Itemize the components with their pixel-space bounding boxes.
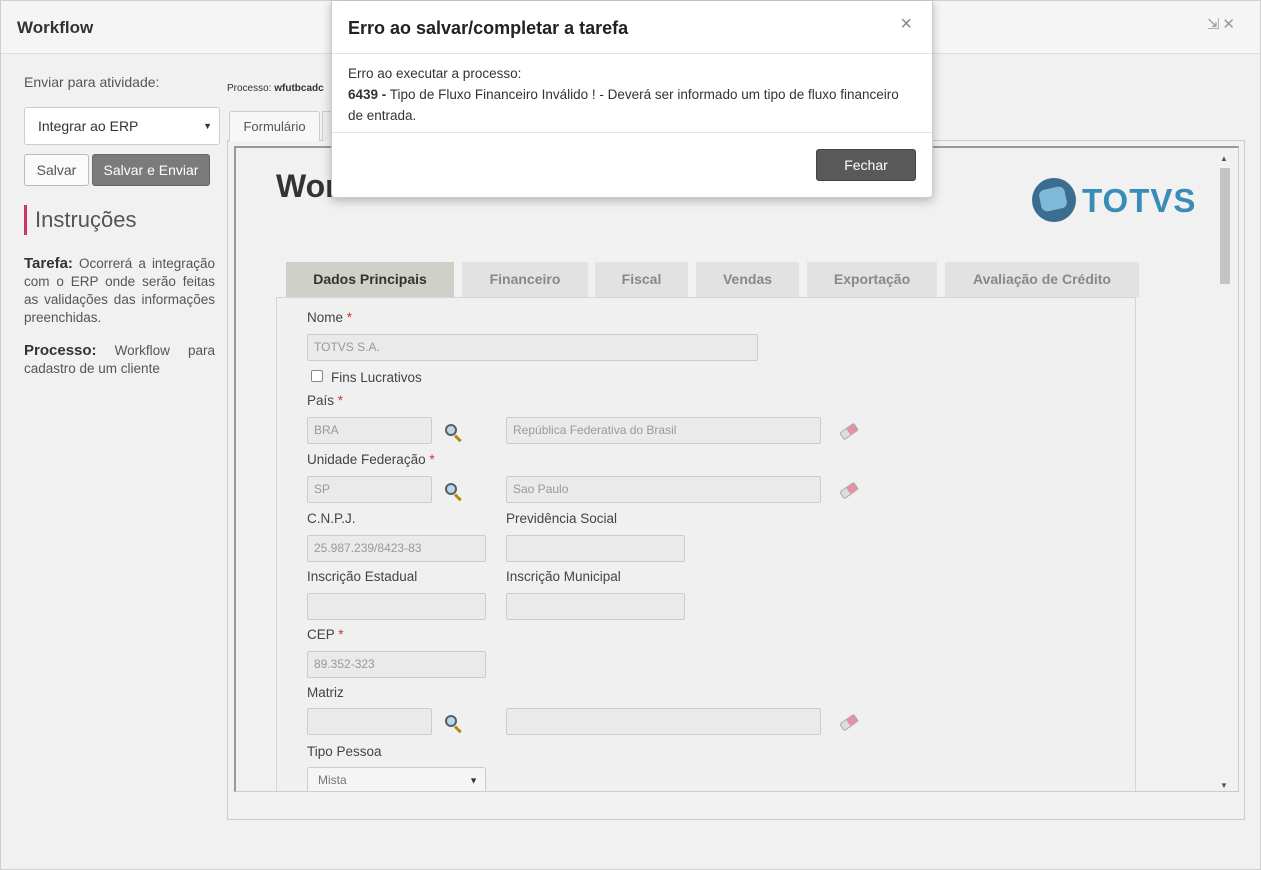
pais-search-icon[interactable] <box>445 424 463 443</box>
close-button[interactable]: Fechar <box>816 149 916 181</box>
fins-lucrativos-label: Fins Lucrativos <box>331 370 422 385</box>
tab-dados-principais[interactable]: Dados Principais <box>286 262 454 297</box>
workflow-window: Workflow ⇲✕ Enviar para atividade: Integ… <box>0 0 1261 870</box>
nome-label: Nome * <box>307 310 353 325</box>
uf-search-icon[interactable] <box>445 483 463 502</box>
close-icon[interactable]: ✕ <box>1222 16 1238 33</box>
tab-fiscal[interactable]: Fiscal <box>595 262 688 297</box>
scroll-up-icon[interactable]: ▲ <box>1220 154 1228 163</box>
inscricao-municipal-label: Inscrição Municipal <box>506 569 621 584</box>
process-paragraph: Processo: Workflow para cadastro de um c… <box>24 342 215 378</box>
form-scrollbar[interactable]: ▲ ▼ <box>1218 154 1232 790</box>
totvs-logo: TOTVS <box>1032 178 1195 224</box>
form-panel: Nome * TOTVS S.A. Fins Lucrativos País *… <box>276 297 1136 791</box>
close-icon[interactable]: × <box>900 13 912 36</box>
fins-lucrativos-checkbox[interactable] <box>311 370 323 382</box>
matriz-clear-eraser-icon[interactable] <box>839 713 859 732</box>
modal-line1: Erro ao executar a processo: <box>348 66 522 81</box>
modal-body: Erro ao executar a processo: 6439 - Tipo… <box>348 63 908 126</box>
modal-message: 6439 - Tipo de Fluxo Financeiro Inválido… <box>348 84 908 126</box>
task-paragraph: Tarefa: Ocorrerá a integração com o ERP … <box>24 255 215 327</box>
pais-label: País * <box>307 393 344 408</box>
cnpj-input[interactable]: 25.987.239/8423-83 <box>307 535 486 562</box>
error-code: 6439 - <box>348 87 387 102</box>
logo-globe-icon <box>1032 178 1076 222</box>
tab-vendas[interactable]: Vendas <box>696 262 799 297</box>
inscricao-estadual-input[interactable] <box>307 593 486 620</box>
tab-avaliacao-credito[interactable]: Avaliação de Crédito <box>945 262 1139 297</box>
previdencia-label: Previdência Social <box>506 511 618 526</box>
modal-divider <box>332 53 932 54</box>
modal-divider <box>332 132 932 133</box>
scroll-down-icon[interactable]: ▼ <box>1220 781 1228 790</box>
uf-name-input[interactable]: Sao Paulo <box>506 476 821 503</box>
cep-input[interactable]: 89.352-323 <box>307 651 486 678</box>
tipo-pessoa-select[interactable]: Mista ▼ <box>307 767 486 791</box>
matriz-name-input[interactable] <box>506 708 821 735</box>
cnpj-label: C.N.P.J. <box>307 511 356 526</box>
cep-label: CEP * <box>307 627 344 642</box>
uf-label: Unidade Federação * <box>307 452 435 467</box>
modal-title: Erro ao salvar/completar a tarefa <box>348 18 629 38</box>
process-line-value: wfutbcadc <box>274 83 324 94</box>
nome-input[interactable]: TOTVS S.A. <box>307 334 758 361</box>
tipo-pessoa-label: Tipo Pessoa <box>307 744 382 759</box>
matriz-search-icon[interactable] <box>445 715 463 734</box>
uf-clear-eraser-icon[interactable] <box>839 481 859 500</box>
matriz-code-input[interactable] <box>307 708 432 735</box>
send-to-activity-label: Enviar para atividade: <box>24 74 160 90</box>
window-title: Workflow <box>17 18 94 37</box>
scrollbar-thumb[interactable] <box>1220 168 1230 284</box>
window-tools: ⇲✕ <box>1207 15 1238 33</box>
chevron-down-icon: ▼ <box>469 775 478 785</box>
expand-icon[interactable]: ⇲ <box>1207 16 1223 33</box>
task-label: Tarefa: <box>24 255 73 272</box>
logo-text: TOTVS <box>1082 182 1197 219</box>
process-line: Processo: wfutbcadc <box>227 83 324 94</box>
error-text: Tipo de Fluxo Financeiro Inválido ! - De… <box>348 87 899 123</box>
previdencia-input[interactable] <box>506 535 685 562</box>
tab-exportacao[interactable]: Exportação <box>807 262 937 297</box>
tab-financeiro[interactable]: Financeiro <box>462 262 588 297</box>
process-line-label: Processo: <box>227 83 272 94</box>
form-frame: Wor TOTVS Dados Principais Financeiro Fi… <box>234 146 1239 792</box>
inscricao-estadual-label: Inscrição Estadual <box>307 569 418 584</box>
save-button[interactable]: Salvar <box>24 154 89 186</box>
inscricao-municipal-input[interactable] <box>506 593 685 620</box>
form-title: Wor <box>276 168 338 204</box>
activity-select-value: Integrar ao ERP <box>38 118 139 134</box>
uf-code-input[interactable]: SP <box>307 476 432 503</box>
tab-formulario[interactable]: Formulário <box>229 111 320 141</box>
chevron-down-icon: ▼ <box>203 121 212 131</box>
process-label: Processo: <box>24 342 97 359</box>
pais-name-input[interactable]: República Federativa do Brasil <box>506 417 821 444</box>
matriz-label: Matriz <box>307 685 344 700</box>
save-and-send-button[interactable]: Salvar e Enviar <box>92 154 210 186</box>
error-modal: Erro ao salvar/completar a tarefa × Erro… <box>331 1 933 198</box>
pais-code-input[interactable]: BRA <box>307 417 432 444</box>
instructions-title: Instruções <box>24 205 137 235</box>
tipo-pessoa-value: Mista <box>318 773 347 787</box>
activity-select[interactable]: Integrar ao ERP ▼ <box>24 107 220 145</box>
pais-clear-eraser-icon[interactable] <box>839 422 859 441</box>
